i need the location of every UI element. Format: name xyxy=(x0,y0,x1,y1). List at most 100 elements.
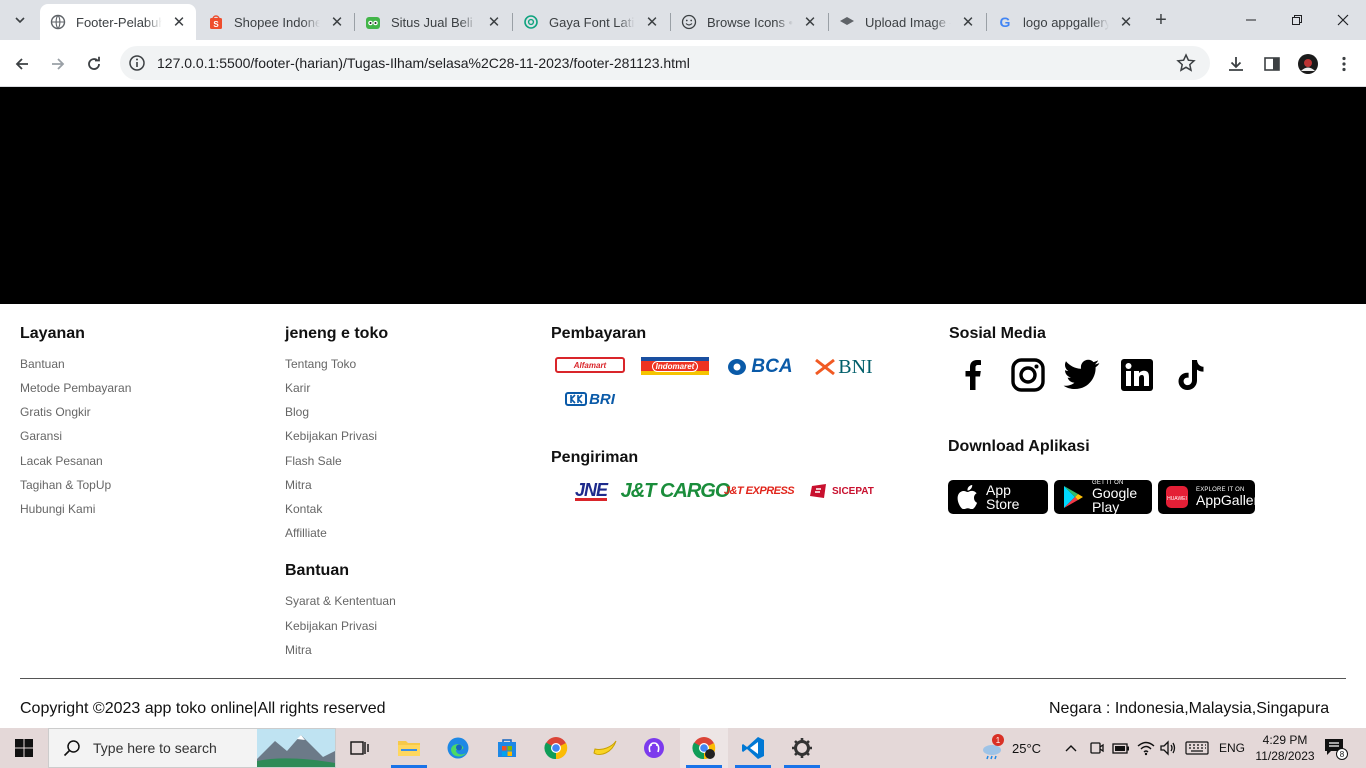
footer-link-lacak-pesanan[interactable]: Lacak Pesanan xyxy=(20,454,103,468)
chrome-button[interactable] xyxy=(532,728,580,768)
linkedin-link[interactable] xyxy=(1117,355,1157,395)
facebook-icon xyxy=(965,360,981,390)
language-label: ENG xyxy=(1219,741,1246,755)
footer-link-mitra[interactable]: Mitra xyxy=(285,478,312,492)
chrome-profile-button[interactable] xyxy=(680,728,728,768)
back-button[interactable] xyxy=(8,50,36,78)
reload-button[interactable] xyxy=(80,50,108,78)
close-tab-icon[interactable]: ✕ xyxy=(170,13,188,31)
footer-link-tagihan-topup[interactable]: Tagihan & TopUp xyxy=(20,478,111,492)
folder-icon xyxy=(398,741,420,756)
tab-search-button[interactable] xyxy=(8,8,32,32)
bca-logo: BCA xyxy=(724,356,796,378)
info-icon[interactable] xyxy=(128,54,146,72)
task-view-button[interactable] xyxy=(336,728,384,768)
footer-link-flash-sale[interactable]: Flash Sale xyxy=(285,454,342,468)
tab-google-search[interactable]: G logo appgallery ✕ xyxy=(987,4,1143,40)
bri-mark-icon xyxy=(565,392,588,406)
weather-widget[interactable]: 1 25°C xyxy=(980,728,1041,768)
vscode-button[interactable] xyxy=(729,728,777,768)
touch-keyboard-button[interactable] xyxy=(1185,728,1209,768)
jnt-cargo-logo: J&T CARGO xyxy=(620,479,731,502)
side-panel-icon xyxy=(1264,57,1280,71)
minimize-button[interactable] xyxy=(1228,0,1274,40)
new-tab-button[interactable]: + xyxy=(1148,7,1174,33)
battery-button[interactable] xyxy=(1112,728,1130,768)
restore-button[interactable] xyxy=(1274,0,1320,40)
footer-link-blog[interactable]: Blog xyxy=(285,405,309,419)
close-tab-icon[interactable]: ✕ xyxy=(328,13,346,31)
hero-banner xyxy=(0,87,1366,304)
footer-link-affilliate[interactable]: Affilliate xyxy=(285,526,327,540)
app-store-button[interactable]: App Store xyxy=(948,480,1048,514)
bni-mark-icon xyxy=(815,358,836,376)
alfamart-logo: Alfamart xyxy=(555,357,625,373)
restore-icon xyxy=(1292,15,1302,25)
tab-upload-image[interactable]: Upload Image – ✕ xyxy=(829,4,985,40)
close-tab-icon[interactable]: ✕ xyxy=(801,13,819,31)
google-play-button[interactable]: GET IT ON Google Play xyxy=(1054,480,1152,514)
download-button[interactable] xyxy=(1224,52,1248,76)
footer-link-kebijakan-privasi-2[interactable]: Kebijakan Privasi xyxy=(285,619,377,633)
tiktok-link[interactable] xyxy=(1171,355,1211,395)
gear-icon xyxy=(792,738,812,758)
footer-link-gratis-ongkir[interactable]: Gratis Ongkir xyxy=(20,405,91,419)
instagram-link[interactable] xyxy=(1008,355,1048,395)
tab-footer[interactable]: Footer-Pelabuhan ✕ xyxy=(40,4,196,40)
star-icon[interactable] xyxy=(1176,53,1196,73)
file-explorer-button[interactable] xyxy=(385,728,433,768)
profile-button[interactable] xyxy=(1296,52,1320,76)
footer-link-kebijakan-privasi[interactable]: Kebijakan Privasi xyxy=(285,429,377,443)
appgallery-button[interactable]: HUAWEI EXPLORE IT ON AppGallery xyxy=(1158,480,1265,514)
forward-button[interactable] xyxy=(44,50,72,78)
tab-shopee[interactable]: S Shopee Indonesia ✕ xyxy=(198,4,354,40)
meet-now-button[interactable] xyxy=(1089,728,1105,768)
footer-link-garansi[interactable]: Garansi xyxy=(20,429,62,443)
twitter-link[interactable] xyxy=(1062,355,1102,395)
close-tab-icon[interactable]: ✕ xyxy=(485,13,503,31)
close-tab-icon[interactable]: ✕ xyxy=(643,13,661,31)
address-bar[interactable]: 127.0.0.1:5500/footer-(harian)/Tugas-Ilh… xyxy=(120,46,1210,80)
footer-link-metode-pembayaran[interactable]: Metode Pembayaran xyxy=(20,381,131,395)
start-button[interactable] xyxy=(0,728,48,768)
tab-chatgpt[interactable]: Gaya Font Latin ✕ xyxy=(513,4,669,40)
microsoft-store-button[interactable] xyxy=(483,728,531,768)
close-tab-icon[interactable]: ✕ xyxy=(1117,13,1135,31)
taskbar-search-box[interactable]: Type here to search xyxy=(48,728,336,768)
show-hidden-icons-button[interactable] xyxy=(1064,728,1078,768)
network-button[interactable] xyxy=(1137,728,1155,768)
clock[interactable]: 4:29 PM 11/28/2023 xyxy=(1250,728,1320,768)
chrome-icon xyxy=(544,737,568,760)
footer-link-syarat-ketentuan[interactable]: Syarat & Kententuan xyxy=(285,594,396,608)
footer-link-hubungi-kami[interactable]: Hubungi Kami xyxy=(20,502,95,516)
footer-link-tentang-toko[interactable]: Tentang Toko xyxy=(285,357,356,371)
settings-button[interactable] xyxy=(778,728,826,768)
tab-title: Gaya Font Latin xyxy=(549,14,635,30)
close-tab-icon[interactable]: ✕ xyxy=(959,13,977,31)
footer-link-kontak[interactable]: Kontak xyxy=(285,502,322,516)
notification-center-button[interactable]: 8 xyxy=(1322,728,1348,768)
tab-icons8[interactable]: Browse Icons • Icons8 ✕ xyxy=(671,4,827,40)
tab-title: Browse Icons • Icons8 xyxy=(707,14,793,30)
github-desktop-button[interactable] xyxy=(630,728,678,768)
browser-toolbar: 127.0.0.1:5500/footer-(harian)/Tugas-Ilh… xyxy=(0,40,1366,87)
close-window-button[interactable] xyxy=(1320,0,1366,40)
download-icon xyxy=(1229,57,1243,71)
facebook-link[interactable] xyxy=(953,355,993,395)
footer-link-mitra-2[interactable]: Mitra xyxy=(285,643,312,657)
language-indicator[interactable]: ENG xyxy=(1219,728,1245,768)
tab-title: Situs Jual Beli Online xyxy=(391,14,477,30)
reload-icon xyxy=(88,56,100,70)
volume-button[interactable] xyxy=(1159,728,1177,768)
tab-strip: Footer-Pelabuhan ✕ S Shopee Indonesia ✕ … xyxy=(0,0,1366,40)
sticky-notes-button[interactable] xyxy=(581,728,629,768)
footer-link-karir[interactable]: Karir xyxy=(285,381,310,395)
weather-temp: 25°C xyxy=(1012,740,1042,756)
footer-link-bantuan[interactable]: Bantuan xyxy=(20,357,65,371)
edge-button[interactable] xyxy=(434,728,482,768)
menu-button[interactable] xyxy=(1332,52,1356,76)
tab-tokopedia[interactable]: Situs Jual Beli Online ✕ xyxy=(355,4,511,40)
side-panel-button[interactable] xyxy=(1260,52,1284,76)
close-icon xyxy=(1337,14,1349,26)
store-label: Google Play xyxy=(1092,485,1138,515)
